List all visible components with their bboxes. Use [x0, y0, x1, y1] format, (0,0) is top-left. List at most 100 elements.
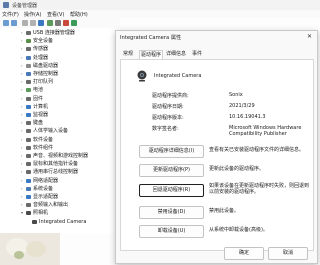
tree-category[interactable]: › 人体学输入设备 — [0, 128, 120, 134]
menu-file[interactable]: 文件(F) — [2, 11, 19, 18]
disable-device-desc: 禁用此设备。 — [209, 208, 240, 214]
tab-strip: 常规 驱动程序 详细信息 事件 — [120, 50, 313, 60]
tree-category[interactable]: › 鼠标和其他指针设备 — [0, 161, 120, 167]
tree-category[interactable]: › 安全设备 — [0, 38, 120, 44]
disable-device-button[interactable]: 禁用设备(D) — [139, 206, 204, 219]
chevron-right-icon[interactable]: › — [21, 55, 23, 61]
rollback-driver-desc: 如果该设备在更新驱动程序时失败，则回退到以前安装的驱动程序。 — [209, 183, 310, 195]
tree-category[interactable]: › 监视器 — [0, 112, 120, 118]
uninstall-icon[interactable] — [63, 20, 69, 26]
tree-item-label: Integrated Camera — [39, 218, 87, 225]
help-icon[interactable] — [30, 20, 36, 26]
tree-category[interactable]: › 打印队列 — [0, 79, 120, 85]
tree-category[interactable]: › 声音、视频和游戏控制器 — [0, 153, 120, 159]
show-hidden-icon[interactable] — [38, 20, 44, 26]
tab-details[interactable]: 详细信息 — [165, 50, 187, 59]
version-value: 10.16.19041.3 — [229, 114, 266, 120]
tree-category[interactable]: › 电池 — [0, 87, 120, 93]
tree-category[interactable]: › 传感器 — [0, 46, 120, 52]
chevron-right-icon[interactable]: › — [21, 87, 23, 93]
cancel-button[interactable]: 取消 — [268, 247, 308, 260]
menu-view[interactable]: 查看(V) — [47, 11, 64, 18]
chevron-right-icon[interactable]: › — [21, 112, 23, 118]
tree-item-label: 固件 — [33, 95, 44, 102]
chevron-right-icon[interactable]: › — [21, 96, 23, 102]
chevron-right-icon[interactable]: › — [21, 120, 23, 126]
tab-events[interactable]: 事件 — [191, 50, 203, 59]
menu-action[interactable]: 操作(A) — [24, 11, 41, 18]
chevron-right-icon[interactable]: › — [21, 30, 23, 36]
chevron-right-icon[interactable]: › — [21, 178, 23, 184]
driver-details-button[interactable]: 驱动程序详细信息(I) — [139, 145, 204, 158]
chevron-right-icon[interactable]: › — [21, 137, 23, 143]
tab-general[interactable]: 常规 — [122, 50, 134, 59]
mouse-icon — [26, 162, 31, 167]
tree-category[interactable]: › USB 连接器管理器 — [0, 30, 120, 36]
chevron-right-icon[interactable]: › — [21, 71, 23, 77]
add-hardware-icon[interactable] — [71, 20, 77, 26]
chevron-right-icon[interactable]: › — [21, 161, 23, 167]
keyboard-icon — [26, 121, 31, 126]
tree-item-label: 网络适配器 — [33, 177, 59, 184]
chevron-right-icon[interactable]: › — [21, 104, 23, 110]
dialog-title: Integrated Camera 属性 — [120, 35, 182, 41]
camera-icon — [137, 70, 147, 82]
chevron-right-icon[interactable]: › — [21, 63, 23, 69]
chevron-right-icon[interactable]: › — [21, 145, 23, 151]
forward-icon[interactable] — [11, 20, 17, 26]
display-adapter-icon — [26, 195, 31, 199]
signer-label: 数字签名者: — [152, 126, 179, 132]
tree-category[interactable]: › 显示适配器 — [0, 194, 120, 200]
tree-category[interactable]: ▾ 照相机 — [0, 210, 120, 216]
menu-help[interactable]: 帮助(H) — [70, 11, 88, 18]
uninstall-device-button[interactable]: 卸载设备(U) — [139, 225, 204, 238]
driver-details-desc: 查看有关已安装驱动程序文件的详细信息。 — [209, 147, 305, 153]
tree-item-label: 软件组件 — [33, 144, 54, 151]
tree-item-label: 显示适配器 — [33, 194, 59, 200]
tree-item-integrated-camera[interactable]: Integrated Camera — [0, 219, 120, 225]
tree-category[interactable]: › 磁盘驱动器 — [0, 63, 120, 69]
tree-category[interactable]: › 音频输入和输出 — [0, 202, 120, 208]
date-label: 驱动程序日期: — [152, 104, 184, 110]
tree-item-label: 传感器 — [33, 46, 49, 53]
tree-category[interactable]: › 软件组件 — [0, 145, 120, 151]
security-device-icon — [26, 39, 31, 44]
properties-icon[interactable] — [22, 20, 28, 26]
chevron-right-icon[interactable]: › — [21, 79, 23, 85]
tree-category[interactable]: › 软件设备 — [0, 137, 120, 143]
tree-item-label: 存储控制器 — [33, 71, 59, 77]
tree-category[interactable]: › 通用串行总线控制器 — [0, 169, 120, 175]
tree-category[interactable]: › 存储控制器 — [0, 71, 120, 77]
close-icon[interactable]: ✕ — [307, 33, 312, 40]
tree-category[interactable]: › 固件 — [0, 96, 120, 102]
tree-category[interactable]: › 键盘 — [0, 120, 120, 126]
chevron-right-icon[interactable]: › — [21, 153, 23, 159]
ok-button[interactable]: 确定 — [224, 247, 264, 260]
tree-category[interactable]: › 网络适配器 — [0, 178, 120, 184]
chevron-right-icon[interactable]: › — [21, 46, 23, 52]
system-device-icon — [26, 186, 31, 191]
chevron-right-icon[interactable]: › — [21, 128, 23, 134]
chevron-right-icon[interactable]: › — [21, 202, 23, 208]
tree-item-label: 通用串行总线控制器 — [33, 169, 79, 176]
tree-category[interactable]: › 处理器 — [0, 55, 120, 61]
provider-label: 驱动程序提供商: — [152, 93, 189, 99]
tree-category[interactable]: › 计算机 — [0, 104, 120, 110]
chevron-right-icon[interactable]: › — [21, 194, 23, 200]
tree-item-label: 打印队列 — [33, 79, 54, 86]
tree-category[interactable]: › 系统设备 — [0, 186, 120, 192]
chevron-right-icon[interactable]: › — [21, 169, 23, 175]
firmware-icon — [26, 96, 31, 101]
update-driver-icon[interactable] — [47, 20, 53, 26]
device-manager-icon — [3, 2, 9, 8]
tree-item-label: 电池 — [33, 87, 44, 94]
chevron-right-icon[interactable]: › — [21, 186, 23, 192]
scan-hardware-icon[interactable] — [55, 20, 61, 26]
back-icon[interactable] — [3, 20, 9, 26]
tree-item-label: 软件设备 — [33, 136, 54, 143]
rollback-driver-button[interactable]: 回退驱动程序(R) — [139, 184, 204, 197]
chevron-right-icon[interactable]: › — [21, 38, 23, 44]
sound-icon — [26, 154, 31, 158]
update-driver-button[interactable]: 更新驱动程序(P) — [139, 164, 204, 177]
chevron-down-icon[interactable]: ▾ — [21, 210, 23, 216]
